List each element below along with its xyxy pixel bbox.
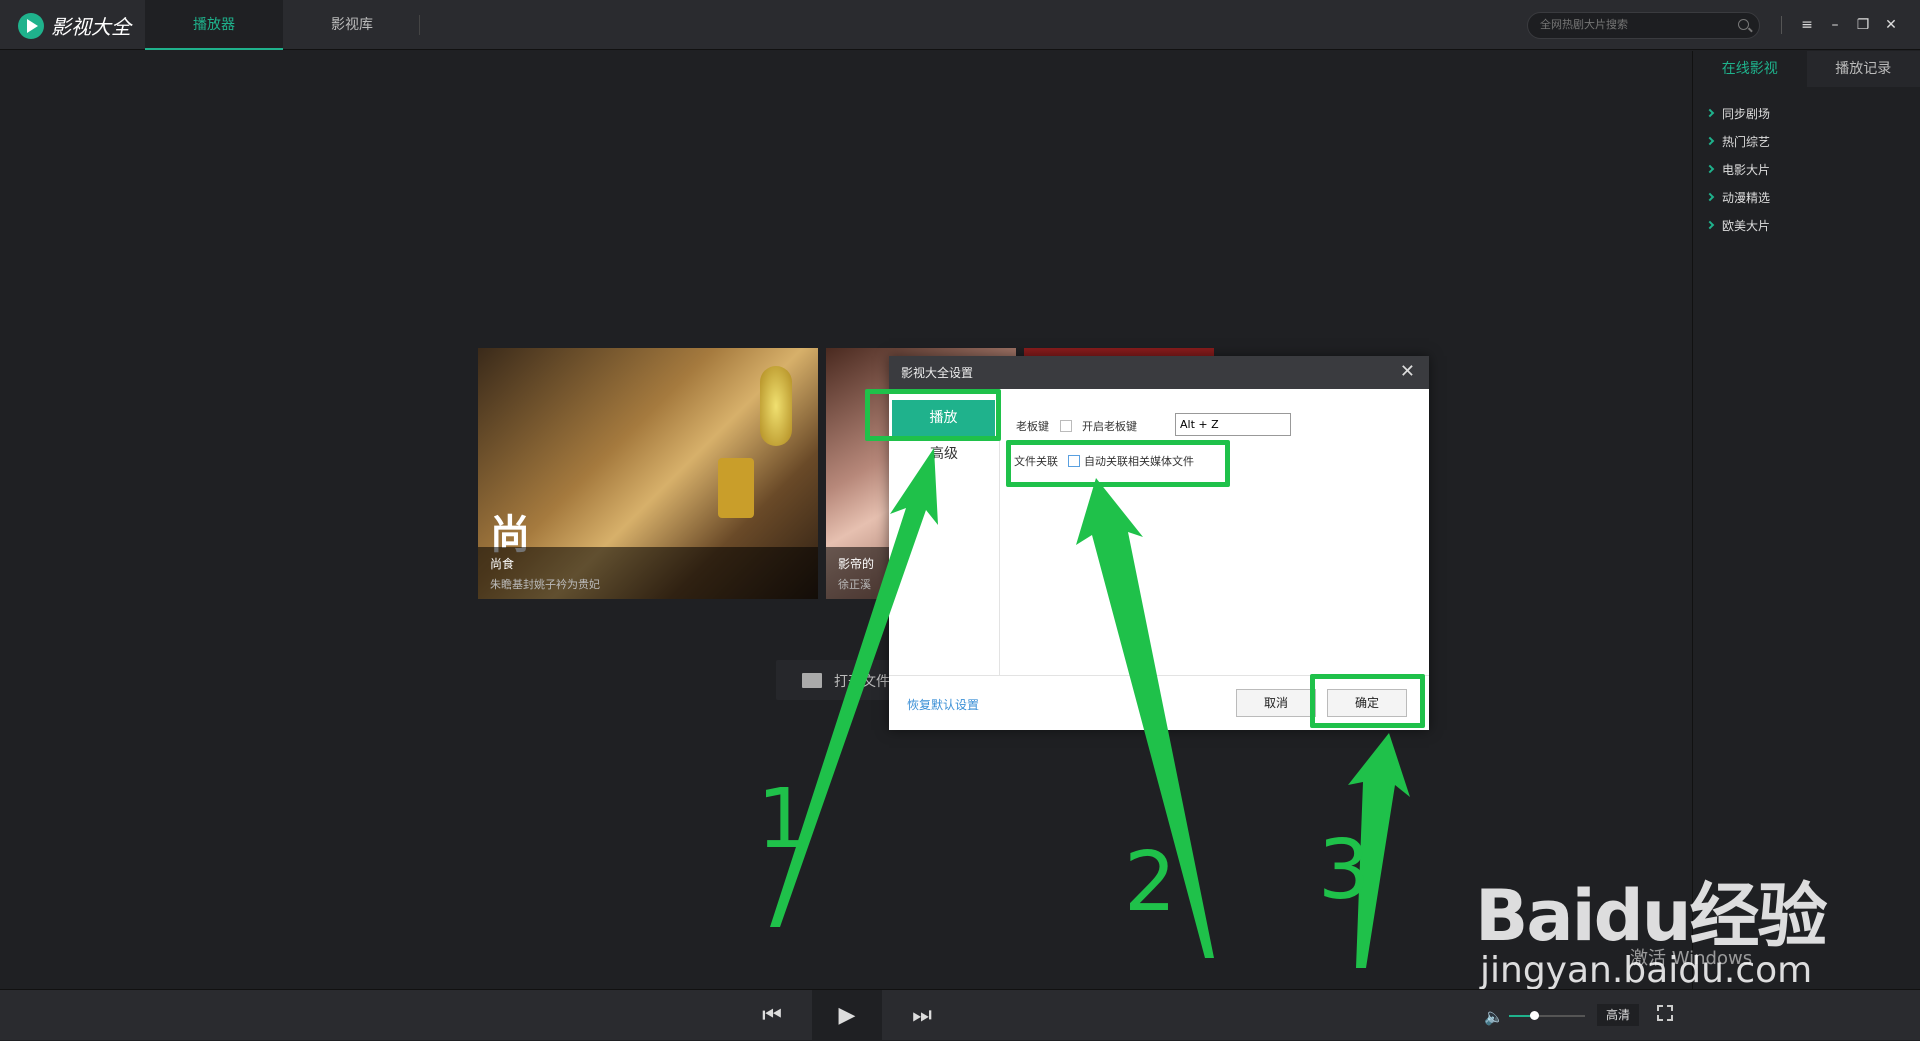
play-button[interactable]: ▶	[812, 990, 882, 1041]
next-button[interactable]: ⏭	[887, 990, 957, 1041]
windows-activation-notice: 激活 Windows	[1630, 944, 1752, 970]
volume-icon[interactable]: 🔈	[1484, 1007, 1504, 1026]
volume-slider[interactable]	[1509, 1015, 1585, 1017]
step-number-3: 3	[1318, 823, 1370, 918]
fullscreen-icon[interactable]	[1657, 1005, 1673, 1021]
step-number-1: 1	[757, 772, 809, 867]
quality-button[interactable]: 高清	[1597, 1004, 1639, 1026]
player-controls: ⏮ ▶ ⏭ 🔈 高清	[0, 989, 1920, 1040]
step-number-2: 2	[1124, 835, 1176, 930]
volume-slider-handle[interactable]	[1530, 1011, 1539, 1020]
previous-button[interactable]: ⏮	[737, 990, 807, 1041]
